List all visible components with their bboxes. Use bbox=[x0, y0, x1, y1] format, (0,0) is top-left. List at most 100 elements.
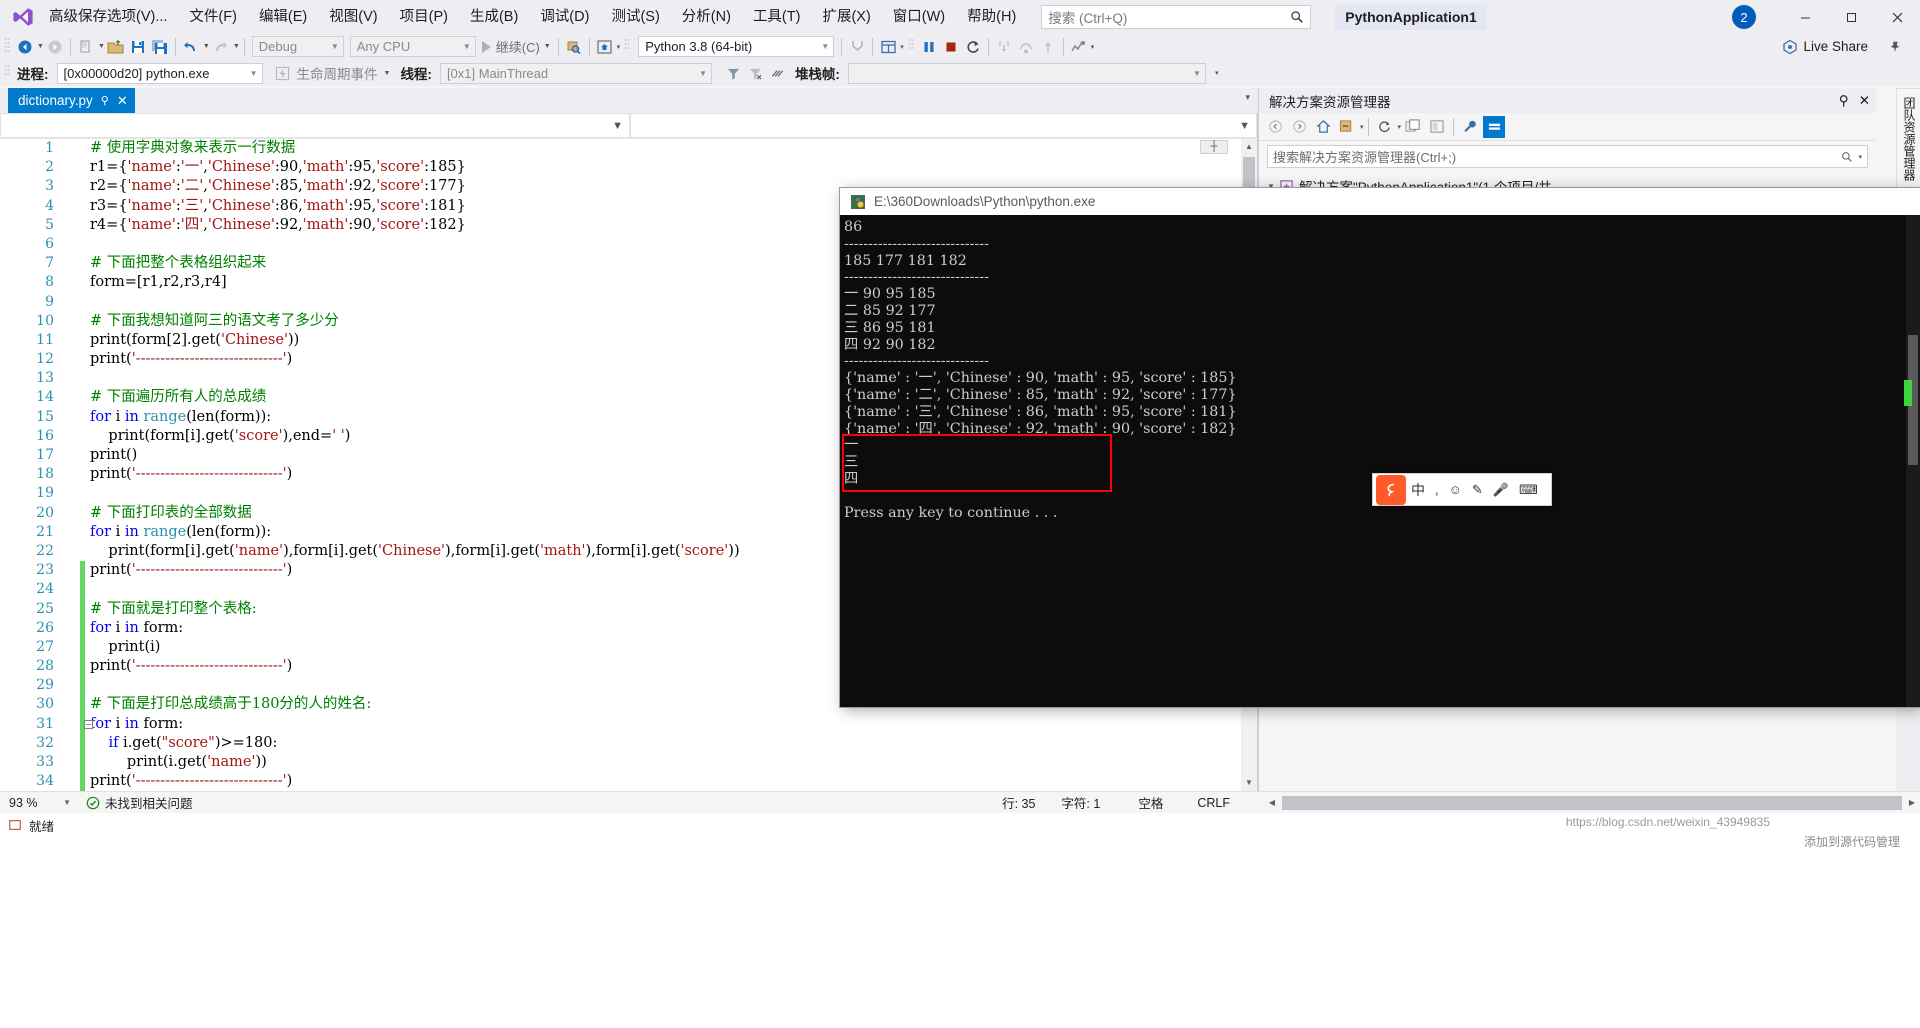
minimize-button[interactable] bbox=[1782, 0, 1828, 34]
save-all-icon[interactable] bbox=[149, 36, 171, 58]
indentation-indicator[interactable]: 空格 bbox=[1138, 793, 1163, 812]
interpreter-combo[interactable]: Python 3.8 (64-bit) ▼ bbox=[638, 36, 835, 57]
pin-icon[interactable]: ⚲ bbox=[101, 94, 109, 107]
notifications-badge[interactable]: 2 bbox=[1732, 5, 1756, 29]
zoom-level-combo[interactable]: 93 % ▼ bbox=[4, 793, 76, 813]
console-title-bar[interactable]: E:\360Downloads\Python\python.exe bbox=[840, 188, 1920, 215]
chevron-down-icon[interactable]: ▾ bbox=[1360, 123, 1364, 131]
restart-button[interactable] bbox=[962, 36, 984, 58]
refresh-icon[interactable] bbox=[1374, 116, 1396, 138]
mic-icon[interactable]: 🎤 bbox=[1488, 482, 1514, 498]
step-out-icon[interactable] bbox=[1037, 36, 1059, 58]
open-file-icon[interactable] bbox=[105, 36, 127, 58]
preview-icon[interactable] bbox=[1426, 116, 1448, 138]
scroll-up-icon[interactable]: ▲ bbox=[1241, 139, 1257, 155]
live-share-button[interactable]: Live Share bbox=[1782, 39, 1868, 55]
keyboard-icon[interactable]: ⌨ bbox=[1514, 482, 1543, 498]
menu-view[interactable]: 视图(V) bbox=[318, 0, 388, 34]
diagnostics-icon[interactable] bbox=[1068, 36, 1090, 58]
lifecycle-events-icon[interactable] bbox=[272, 62, 294, 84]
ime-toolbar[interactable]: 中 , ☺ ✎ 🎤 ⌨ bbox=[1372, 473, 1552, 506]
status-hscroll-thumb[interactable] bbox=[1282, 795, 1902, 810]
step-into-icon[interactable] bbox=[846, 36, 868, 58]
python-console-window[interactable]: E:\360Downloads\Python\python.exe 86 ----… bbox=[840, 188, 1920, 707]
console-scrollbar[interactable] bbox=[1906, 215, 1920, 707]
pin-toolbar-icon[interactable] bbox=[1884, 36, 1906, 58]
process-combo[interactable]: [0x00000d20] python.exe ▼ bbox=[56, 62, 263, 84]
thread-combo[interactable]: [0x1] MainThread ▼ bbox=[439, 62, 712, 84]
new-project-icon[interactable] bbox=[75, 36, 97, 58]
properties-wrench-icon[interactable] bbox=[1459, 116, 1481, 138]
platform-combo[interactable]: Any CPU ▼ bbox=[349, 36, 476, 57]
menu-debug[interactable]: 调试(D) bbox=[529, 0, 600, 34]
chevron-down-icon[interactable]: ▼ bbox=[384, 70, 391, 77]
home-icon[interactable] bbox=[594, 36, 616, 58]
tab-team-explorer[interactable]: 团队资源管理器 bbox=[1896, 88, 1920, 190]
close-icon[interactable]: ✕ bbox=[117, 93, 128, 109]
show-all-files-icon[interactable] bbox=[1402, 116, 1424, 138]
menu-build[interactable]: 生成(B) bbox=[459, 0, 529, 34]
sogou-ime-icon[interactable] bbox=[1376, 474, 1406, 505]
menu-test[interactable]: 测试(S) bbox=[600, 0, 670, 34]
punctuation-icon[interactable]: , bbox=[1430, 482, 1444, 497]
issue-status[interactable]: 未找到相关问题 bbox=[86, 793, 193, 812]
menu-advanced-save[interactable]: 高级保存选项(V)... bbox=[38, 0, 178, 34]
code-line[interactable]: 32 if i.get("score")>=180: bbox=[0, 734, 1257, 753]
navbar-member-dropdown[interactable]: ▼ bbox=[630, 113, 1257, 138]
code-line[interactable]: 34 print('------------------------------'… bbox=[0, 772, 1257, 791]
code-line[interactable]: 31 for i in form: bbox=[0, 715, 1257, 734]
save-icon[interactable] bbox=[127, 36, 149, 58]
toolbar-grip-icon[interactable] bbox=[624, 37, 632, 57]
stop-button[interactable] bbox=[940, 36, 962, 58]
navigate-forward-icon[interactable] bbox=[44, 36, 66, 58]
menu-extensions[interactable]: 扩展(X) bbox=[811, 0, 881, 34]
filter-icon[interactable] bbox=[723, 62, 745, 84]
collapse-all-icon[interactable] bbox=[1336, 116, 1358, 138]
chevron-down-icon[interactable]: ▾ bbox=[900, 43, 904, 51]
undo-icon[interactable] bbox=[180, 36, 202, 58]
code-line[interactable]: 33 print(i.get('name')) bbox=[0, 753, 1257, 772]
step-over-icon[interactable] bbox=[1015, 36, 1037, 58]
navigate-back-dropdown-icon[interactable]: ▼ bbox=[37, 43, 44, 50]
overflow-chevron-icon[interactable]: ▾ bbox=[1215, 69, 1219, 77]
back-icon[interactable] bbox=[1264, 116, 1286, 138]
navbar-type-dropdown[interactable]: ▼ bbox=[0, 113, 630, 138]
code-line[interactable]: 1 # 使用字典对象来表示一行数据 bbox=[0, 139, 1257, 158]
filter-clear-icon[interactable] bbox=[745, 62, 767, 84]
global-search-input[interactable]: 搜索 (Ctrl+Q) bbox=[1041, 5, 1312, 29]
tab-dictionary-py[interactable]: dictionary.py ⚲ ✕ bbox=[8, 88, 135, 113]
layout-icon[interactable] bbox=[877, 36, 899, 58]
new-project-dropdown-icon[interactable]: ▼ bbox=[98, 43, 105, 50]
attach-process-icon[interactable] bbox=[563, 36, 585, 58]
pause-button[interactable] bbox=[918, 36, 940, 58]
undo-dropdown-icon[interactable]: ▼ bbox=[203, 43, 210, 50]
scroll-right-icon[interactable]: ▶ bbox=[1904, 795, 1920, 811]
fold-toggle-icon[interactable]: − bbox=[84, 720, 93, 729]
chevron-down-icon[interactable]: ▾ bbox=[1858, 153, 1862, 161]
forward-icon[interactable] bbox=[1288, 116, 1310, 138]
ime-mode-toggle[interactable]: 中 bbox=[1406, 480, 1430, 500]
stackframe-combo[interactable]: ▼ bbox=[847, 62, 1206, 84]
menu-edit[interactable]: 编辑(E) bbox=[248, 0, 318, 34]
show-next-statement-icon[interactable] bbox=[993, 36, 1015, 58]
chevron-down-icon[interactable]: ▾ bbox=[1398, 123, 1402, 131]
redo-icon[interactable] bbox=[210, 36, 232, 58]
toolbar-grip-icon[interactable] bbox=[908, 37, 916, 57]
menu-analyze[interactable]: 分析(N) bbox=[671, 0, 742, 34]
maximize-button[interactable] bbox=[1828, 0, 1874, 34]
code-line[interactable]: 2 r1={'name':'一','Chinese':90,'math':95,'… bbox=[0, 158, 1257, 177]
menu-help[interactable]: 帮助(H) bbox=[956, 0, 1027, 34]
close-icon[interactable]: ✕ bbox=[1859, 93, 1870, 109]
eol-indicator[interactable]: CRLF bbox=[1197, 796, 1230, 810]
toolbar-grip-icon[interactable] bbox=[4, 63, 12, 83]
emoji-icon[interactable]: ☺ bbox=[1444, 482, 1467, 497]
float-icon[interactable]: ⚲ bbox=[1839, 93, 1849, 109]
menu-tools[interactable]: 工具(T) bbox=[742, 0, 812, 34]
thread-marker-icon[interactable] bbox=[767, 62, 789, 84]
menu-window[interactable]: 窗口(W) bbox=[882, 0, 956, 34]
menu-project[interactable]: 项目(P) bbox=[389, 0, 459, 34]
navigate-back-icon[interactable] bbox=[14, 36, 36, 58]
redo-dropdown-icon[interactable]: ▼ bbox=[233, 43, 240, 50]
menu-file[interactable]: 文件(F) bbox=[178, 0, 248, 34]
editor-split-handle[interactable]: ┼ bbox=[1200, 140, 1228, 154]
